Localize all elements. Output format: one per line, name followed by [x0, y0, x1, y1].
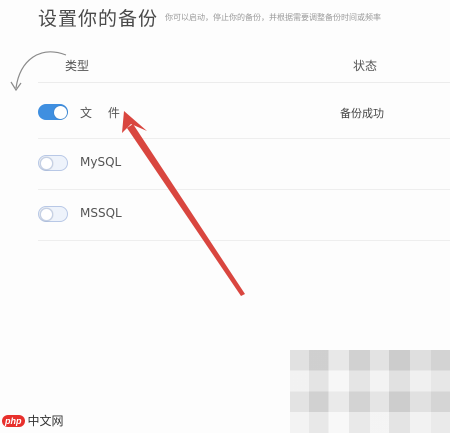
header-divider: [38, 82, 450, 83]
mssql-toggle[interactable]: [38, 206, 68, 222]
watermark-text: 中文网: [27, 414, 64, 428]
backup-row-mysql: MySQL: [38, 138, 450, 190]
curved-arrow-head-icon: [10, 81, 22, 92]
column-header-status: 状态: [353, 59, 378, 73]
row-label-mysql: MySQL: [80, 155, 122, 169]
backup-row-files: 文 件 备份成功: [38, 87, 450, 139]
toggle-knob: [40, 156, 53, 170]
page-subtitle: 你可以启动，停止你的备份，并根据需要调整备份时间或频率: [165, 13, 381, 22]
pixelated-overlay: [290, 350, 450, 433]
toggle-knob: [54, 105, 67, 119]
backup-settings-page: 设置你的备份 你可以启动，停止你的备份，并根据需要调整备份时间或频率 类型 状态…: [0, 0, 450, 433]
mysql-toggle[interactable]: [38, 155, 68, 171]
row-label-mssql: MSSQL: [80, 206, 122, 220]
toggle-knob: [40, 207, 53, 221]
backup-row-mssql: MSSQL: [38, 189, 450, 241]
row-status-files: 备份成功: [340, 107, 384, 120]
column-header-type: 类型: [65, 59, 90, 73]
files-toggle[interactable]: [38, 104, 68, 120]
page-title: 设置你的备份: [38, 8, 159, 30]
watermark: php 中文网: [2, 412, 64, 429]
watermark-logo: php: [2, 414, 25, 427]
row-label-files: 文 件: [80, 106, 126, 120]
